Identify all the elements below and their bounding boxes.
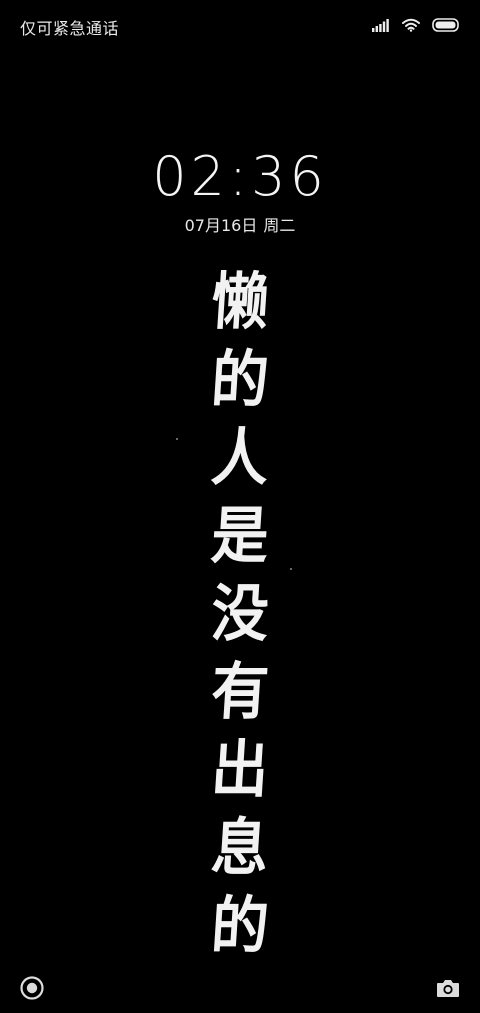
calligraphy-char: 懒 — [209, 265, 271, 338]
wallpaper-speck — [290, 568, 292, 570]
battery-icon — [432, 18, 460, 32]
calligraphy-char: 人 — [209, 421, 271, 494]
carrier-status-text: 仅可紧急通话 — [20, 19, 120, 38]
signal-icon — [372, 18, 390, 32]
camera-icon[interactable] — [434, 974, 462, 1002]
calligraphy-char: 是 — [209, 499, 271, 572]
wallpaper-speck — [176, 438, 178, 440]
wifi-icon — [402, 18, 420, 32]
wallpaper-calligraphy: 懒 的 人 是 没 有 出 息 的 — [180, 263, 300, 965]
calligraphy-char: 息 — [209, 811, 271, 884]
calligraphy-char: 有 — [209, 655, 271, 728]
date-text: 07月16日 — [184, 216, 258, 235]
status-icons — [372, 15, 460, 35]
calligraphy-char: 没 — [209, 577, 271, 650]
lock-screen-date: 07月16日 周二 — [0, 212, 480, 236]
lock-screen-clock: 02:36 — [152, 145, 328, 208]
record-circle-icon[interactable] — [18, 974, 46, 1002]
status-bar: 仅可紧急通话 — [0, 0, 480, 50]
weekday-text: 周二 — [263, 216, 296, 235]
calligraphy-char: 的 — [209, 343, 271, 416]
calligraphy-char: 出 — [209, 733, 271, 806]
calligraphy-char: 的 — [209, 889, 271, 962]
